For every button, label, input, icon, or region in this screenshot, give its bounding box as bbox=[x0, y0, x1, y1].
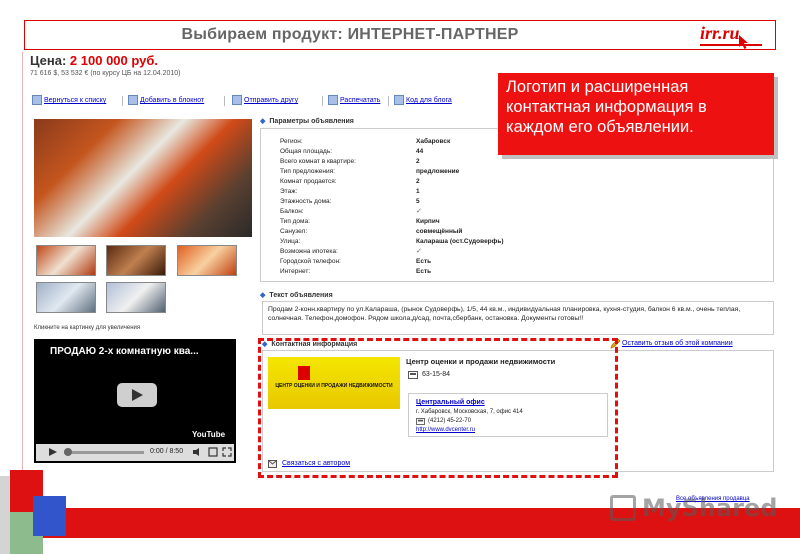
play-icon bbox=[132, 389, 143, 401]
bullet-icon: ◆ bbox=[260, 292, 266, 299]
toolbar-separator bbox=[224, 96, 225, 106]
toolbar-back-to-list[interactable]: Вернуться к списку bbox=[32, 95, 106, 107]
toolbar-separator bbox=[322, 96, 323, 106]
param-key: Санузел: bbox=[280, 228, 308, 235]
param-value: 44 bbox=[416, 148, 424, 155]
footer-white-band bbox=[0, 538, 800, 554]
photo-thumbnail[interactable] bbox=[36, 245, 96, 276]
price-label: Цена: bbox=[30, 53, 67, 68]
callout-note: Логотип и расширенная контактная информа… bbox=[498, 73, 774, 155]
param-key: Комнат продается: bbox=[280, 178, 337, 185]
param-key: Балкон: bbox=[280, 208, 304, 215]
slide-title: Выбираем продукт: ИНТЕРНЕТ-ПАРТНЕР bbox=[181, 26, 519, 43]
decor-blue-square bbox=[33, 496, 66, 536]
photo-thumbnail[interactable] bbox=[177, 245, 237, 276]
toolbar-blog-code[interactable]: Код для блога bbox=[394, 95, 452, 107]
toolbar-send-to-friend[interactable]: Отправить другу bbox=[232, 95, 298, 107]
param-key: Общая площадь: bbox=[280, 148, 333, 155]
param-value: Есть bbox=[416, 268, 432, 275]
video-progress-bar[interactable] bbox=[64, 451, 144, 454]
watermark-icon bbox=[610, 495, 636, 521]
param-key: Всего комнат в квартире: bbox=[280, 158, 356, 165]
main-photo[interactable] bbox=[34, 119, 252, 237]
photo-thumbnail[interactable] bbox=[106, 245, 166, 276]
param-key: Возможна ипотека: bbox=[280, 248, 338, 255]
settings-icon[interactable] bbox=[208, 447, 218, 457]
youtube-logo: YouTube bbox=[192, 430, 226, 439]
param-value: Калараша (ост.Судоверфь) bbox=[416, 238, 504, 245]
param-key: Тип предложения: bbox=[280, 168, 335, 175]
irr-logo-underline bbox=[700, 44, 762, 46]
photo-thumbnail[interactable] bbox=[106, 282, 166, 313]
ad-text-heading: ◆ Текст объявления bbox=[260, 292, 333, 299]
param-key: Этаж: bbox=[280, 188, 298, 195]
left-guide-line bbox=[22, 52, 23, 492]
notebook-icon bbox=[128, 95, 138, 106]
play-small-icon[interactable] bbox=[48, 447, 58, 457]
params-heading: ◆ Параметры объявления bbox=[260, 118, 354, 125]
fullscreen-icon[interactable] bbox=[222, 447, 232, 457]
highlight-dashed-frame bbox=[258, 338, 618, 478]
param-value: 2 bbox=[416, 178, 420, 185]
check-icon: ✓ bbox=[416, 248, 422, 255]
param-value: 5 bbox=[416, 198, 420, 205]
param-key: Улица: bbox=[280, 238, 301, 245]
param-value: Кирпич bbox=[416, 218, 440, 225]
toolbar-add-to-notebook[interactable]: Добавить в блокнот bbox=[128, 95, 204, 107]
check-icon: ✓ bbox=[416, 208, 422, 215]
leave-feedback-link[interactable]: Оставить отзыв об этой компании bbox=[622, 340, 733, 347]
video-title: ПРОДАЮ 2-х комнатную ква... bbox=[50, 346, 199, 357]
photo-thumbnail[interactable] bbox=[36, 282, 96, 313]
param-value: Хабаровск bbox=[416, 138, 451, 145]
code-icon bbox=[394, 95, 404, 106]
price-conversion: 71 616 $, 53 532 € (по курсу ЦБ на 12.04… bbox=[30, 70, 181, 77]
param-value: предложение bbox=[416, 168, 460, 175]
price-value: 2 100 000 руб. bbox=[69, 53, 159, 68]
mail-icon bbox=[232, 95, 242, 106]
param-key: Этажность дома: bbox=[280, 198, 332, 205]
ad-text-body: Продам 2-конн.квартиру по ул.Калараша, (… bbox=[268, 306, 741, 322]
toolbar-separator bbox=[122, 96, 123, 106]
param-key: Тип дома: bbox=[280, 218, 310, 225]
param-key: Городской телефон: bbox=[280, 258, 341, 265]
price: Цена: 2 100 000 руб. bbox=[30, 53, 158, 68]
cursor-arrow-icon bbox=[739, 35, 748, 49]
video-progress-handle[interactable] bbox=[64, 448, 72, 456]
param-key: Интернет: bbox=[280, 268, 311, 275]
toolbar-separator bbox=[388, 96, 389, 106]
video-time: 0:00 / 8:50 bbox=[150, 448, 184, 455]
decor-gray-bar bbox=[0, 476, 10, 554]
param-key: Регион: bbox=[280, 138, 303, 145]
param-value: 1 bbox=[416, 188, 420, 195]
volume-icon[interactable] bbox=[192, 447, 202, 457]
param-value: 2 bbox=[416, 158, 420, 165]
param-value: Есть bbox=[416, 258, 432, 265]
toolbar-print[interactable]: Распечатать bbox=[328, 95, 380, 107]
print-icon bbox=[328, 95, 338, 106]
param-value: совмещённый bbox=[416, 228, 463, 235]
watermark-text: MyShared bbox=[642, 494, 778, 522]
bullet-icon: ◆ bbox=[260, 118, 266, 125]
enlarge-hint: Кликните на картинку для увеличения bbox=[34, 325, 141, 331]
irr-logo[interactable]: irr.ru bbox=[700, 23, 740, 44]
back-icon bbox=[32, 95, 42, 106]
